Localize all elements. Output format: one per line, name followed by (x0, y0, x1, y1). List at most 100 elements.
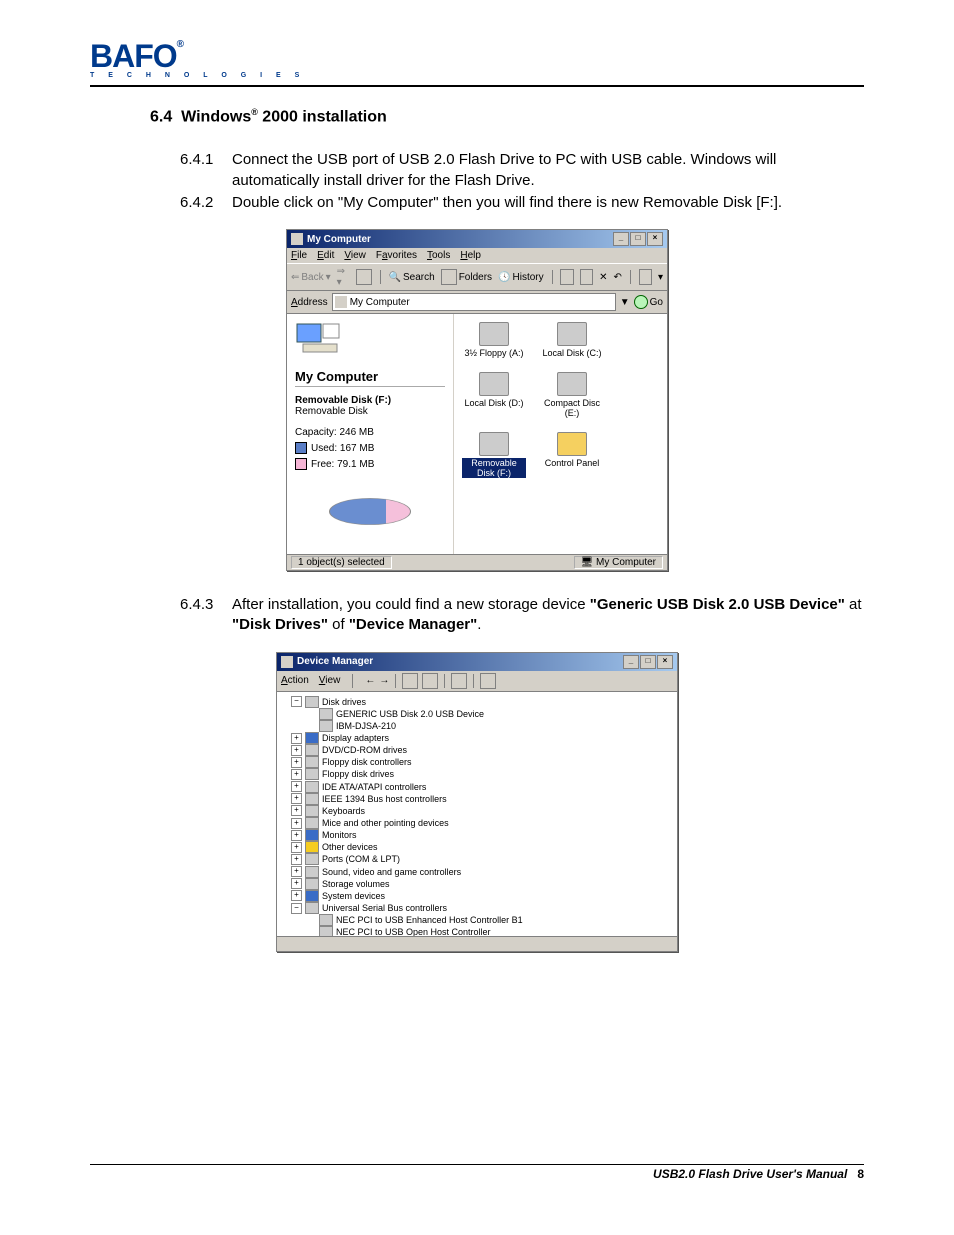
tree-node-mice[interactable]: +Mice and other pointing devices (291, 817, 673, 829)
expand-icon[interactable]: + (291, 818, 302, 829)
tree-node-disk-drives[interactable]: −Disk drives (291, 696, 673, 708)
tree-node-sound[interactable]: +Sound, video and game controllers (291, 866, 673, 878)
panel-heading: My Computer (295, 369, 445, 387)
port-icon (305, 853, 319, 865)
section-heading: 6.4 Windows® 2000 installation (150, 107, 864, 126)
logo-subtext: T E C H N O L O G I E S (90, 72, 864, 79)
menu-view[interactable]: View (319, 675, 341, 686)
disk-icon (479, 372, 509, 396)
drive-d[interactable]: Local Disk (D:) (462, 372, 526, 418)
tree-node-ieee1394[interactable]: +IEEE 1394 Bus host controllers (291, 793, 673, 805)
expand-icon[interactable]: + (291, 854, 302, 865)
device-tree[interactable]: −Disk drives GENERIC USB Disk 2.0 USB De… (277, 692, 677, 936)
titlebar: Device Manager _ □ × (277, 653, 677, 671)
tree-leaf-ibm[interactable]: IBM-DJSA-210 (291, 720, 673, 732)
tree-node-ports[interactable]: +Ports (COM & LPT) (291, 853, 673, 865)
logo-text: BAFO (90, 38, 177, 74)
toolbar-icon[interactable] (480, 673, 496, 689)
menu-favorites[interactable]: Favorites (376, 250, 417, 261)
menu-edit[interactable]: Edit (317, 250, 334, 261)
usb-icon (319, 914, 333, 926)
go-button[interactable]: Go (634, 295, 663, 309)
minimize-button[interactable]: _ (613, 232, 629, 246)
free-text: Free: 79.1 MB (311, 459, 374, 470)
drive-pane[interactable]: 3½ Floppy (A:) Local Disk (C:) Local Dis… (454, 314, 667, 554)
tree-leaf-nec-enhanced[interactable]: NEC PCI to USB Enhanced Host Controller … (291, 914, 673, 926)
expand-icon[interactable]: + (291, 878, 302, 889)
drive-f-selected[interactable]: Removable Disk (F:) (462, 432, 526, 478)
menu-view[interactable]: View (344, 250, 366, 261)
disk-icon (305, 696, 319, 708)
tree-node-usb[interactable]: −Universal Serial Bus controllers (291, 902, 673, 914)
address-icon (335, 296, 347, 308)
up-button[interactable] (356, 269, 372, 285)
close-button[interactable]: × (657, 655, 673, 669)
minimize-button[interactable]: _ (623, 655, 639, 669)
collapse-icon[interactable]: − (291, 696, 302, 707)
drive-e[interactable]: Compact Disc (E:) (540, 372, 604, 418)
computer-icon (305, 890, 319, 902)
moveto-icon[interactable] (560, 269, 573, 285)
step-number: 6.4.1 (180, 150, 232, 191)
address-bar: Address My Computer ▼ Go (287, 291, 667, 314)
expand-icon[interactable]: + (291, 830, 302, 841)
maximize-button[interactable]: □ (640, 655, 656, 669)
expand-icon[interactable]: + (291, 866, 302, 877)
folders-button[interactable]: Folders (441, 269, 492, 285)
tree-leaf-generic-usb[interactable]: GENERIC USB Disk 2.0 USB Device (291, 708, 673, 720)
menubar: File Edit View Favorites Tools Help (287, 248, 667, 263)
toolbar-icon[interactable] (422, 673, 438, 689)
control-panel-icon (557, 432, 587, 456)
tree-node-keyboards[interactable]: +Keyboards (291, 805, 673, 817)
menu-action[interactable]: Action (281, 675, 309, 686)
tree-node-other[interactable]: +Other devices (291, 841, 673, 853)
tree-node-monitors[interactable]: +Monitors (291, 829, 673, 841)
undo-button[interactable]: ↶ (613, 272, 621, 283)
menu-help[interactable]: Help (460, 250, 481, 261)
back-icon[interactable]: ← (365, 675, 375, 686)
search-button[interactable]: 🔍Search (389, 272, 435, 283)
menu-file[interactable]: File (291, 250, 307, 261)
toolbar-icon[interactable] (402, 673, 418, 689)
question-icon (305, 841, 319, 853)
address-dropdown[interactable]: ▼ (620, 297, 630, 308)
forward-button[interactable]: ⇒ ▾ (337, 266, 350, 288)
titlebar: My Computer _ □ × (287, 230, 667, 248)
expand-icon[interactable]: + (291, 781, 302, 792)
expand-icon[interactable]: + (291, 793, 302, 804)
toolbar-sep (395, 674, 396, 688)
collapse-icon[interactable]: − (291, 903, 302, 914)
views-icon[interactable] (639, 269, 652, 285)
tree-node-fdc[interactable]: +Floppy disk controllers (291, 756, 673, 768)
section-title: Windows (181, 108, 251, 125)
tree-node-dvd[interactable]: +DVD/CD-ROM drives (291, 744, 673, 756)
tree-node-display[interactable]: +Display adapters (291, 732, 673, 744)
expand-icon[interactable]: + (291, 842, 302, 853)
registered-mark: ® (177, 39, 183, 50)
address-input[interactable]: My Computer (332, 293, 616, 311)
expand-icon[interactable]: + (291, 757, 302, 768)
menu-tools[interactable]: Tools (427, 250, 450, 261)
forward-icon[interactable]: → (379, 675, 389, 686)
toolbar-icon[interactable] (451, 673, 467, 689)
copyto-icon[interactable] (580, 269, 593, 285)
tree-node-system[interactable]: +System devices (291, 890, 673, 902)
back-button[interactable]: ⇐ Back ▾ (291, 272, 331, 283)
expand-icon[interactable]: + (291, 769, 302, 780)
drive-floppy[interactable]: 3½ Floppy (A:) (462, 322, 526, 358)
close-button[interactable]: × (647, 232, 663, 246)
history-button[interactable]: 🕓History (498, 272, 544, 283)
delete-button[interactable]: ✕ (599, 272, 607, 283)
expand-icon[interactable]: + (291, 745, 302, 756)
used-swatch (295, 442, 307, 454)
drive-c[interactable]: Local Disk (C:) (540, 322, 604, 358)
expand-icon[interactable]: + (291, 733, 302, 744)
expand-icon[interactable]: + (291, 890, 302, 901)
tree-leaf-nec-open[interactable]: NEC PCI to USB Open Host Controller (291, 926, 673, 935)
control-panel[interactable]: Control Panel (540, 432, 604, 478)
maximize-button[interactable]: □ (630, 232, 646, 246)
tree-node-fdd[interactable]: +Floppy disk drives (291, 768, 673, 780)
expand-icon[interactable]: + (291, 805, 302, 816)
tree-node-storage[interactable]: +Storage volumes (291, 878, 673, 890)
tree-node-ide[interactable]: +IDE ATA/ATAPI controllers (291, 781, 673, 793)
